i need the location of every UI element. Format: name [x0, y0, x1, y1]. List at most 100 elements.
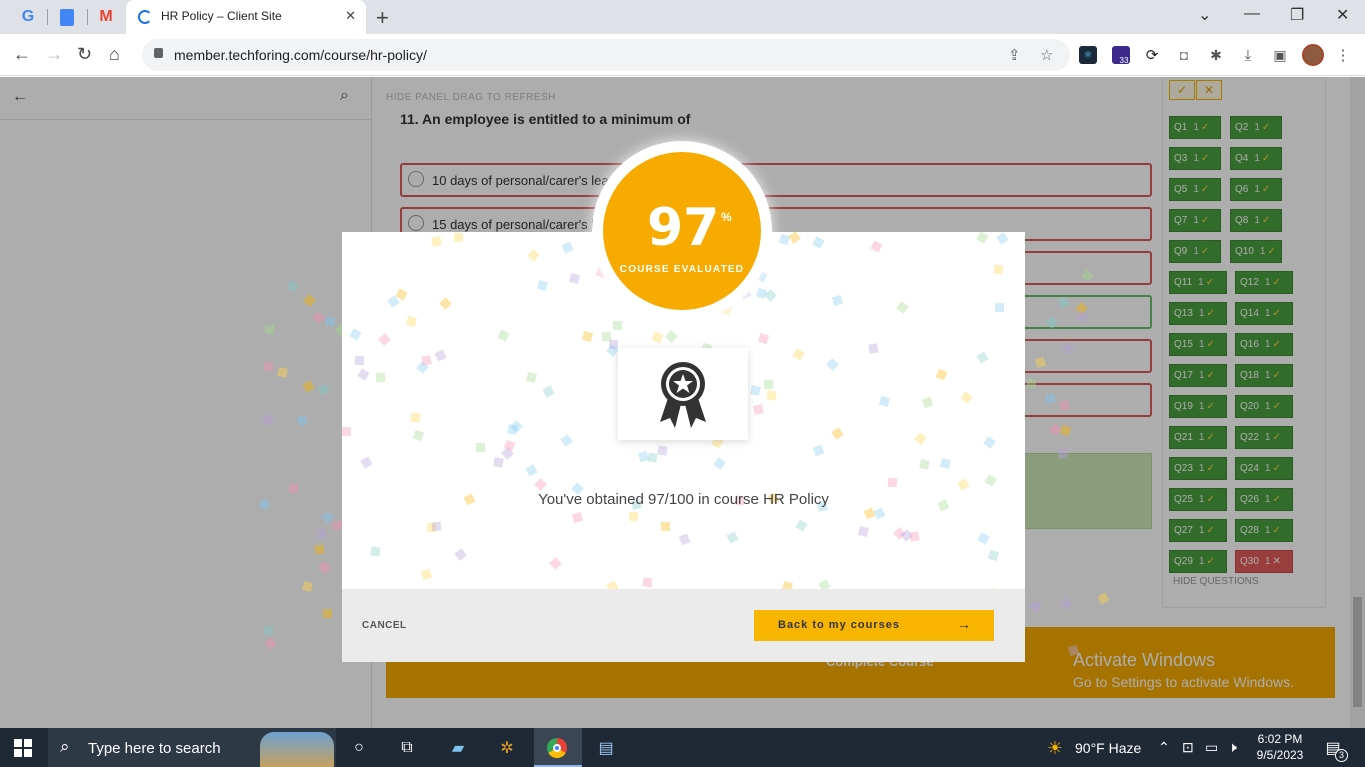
certificate-card: [618, 348, 748, 440]
confetti-piece: [726, 531, 739, 544]
confetti-piece: [420, 568, 433, 581]
bookmark-star-icon[interactable]: ☆: [1040, 46, 1053, 64]
confetti-piece: [537, 280, 549, 292]
confetti-piece: [940, 458, 952, 470]
puzzle-extensions-icon[interactable]: ✱: [1207, 46, 1225, 64]
gmail-tab-icon[interactable]: M: [88, 5, 124, 29]
confetti-piece: [582, 331, 594, 343]
confetti-piece: [342, 426, 352, 436]
confetti-piece: [830, 427, 844, 440]
address-bar[interactable]: member.techforing.com/course/hr-policy/ …: [142, 39, 1070, 71]
chrome-icon[interactable]: [546, 737, 568, 759]
download-icon[interactable]: ⤓: [1239, 46, 1257, 64]
confetti-piece: [562, 241, 574, 254]
side-panel-icon[interactable]: ▣: [1271, 46, 1289, 64]
confetti-piece: [858, 525, 870, 537]
confetti-piece: [664, 330, 678, 344]
sync-extension-icon[interactable]: ⟳: [1143, 46, 1161, 64]
network-icon[interactable]: ▭: [1205, 739, 1218, 756]
confetti-piece: [765, 389, 777, 401]
confetti-piece: [507, 424, 518, 435]
confetti-piece: [354, 355, 365, 366]
result-message: You've obtained 97/100 in course HR Poli…: [538, 491, 829, 508]
new-tab-button[interactable]: +: [376, 5, 389, 31]
search-highlight-image: [260, 732, 334, 767]
lock-icon: [154, 48, 163, 58]
confetti-piece: [332, 520, 342, 531]
windows-start-icon[interactable]: [14, 739, 32, 757]
active-tab[interactable]: HR Policy – Client Site ✕: [126, 0, 366, 34]
confetti-piece: [764, 379, 774, 390]
show-hidden-icons[interactable]: ⌃: [1158, 739, 1170, 756]
confetti-piece: [527, 248, 541, 262]
confetti-piece: [439, 297, 453, 310]
confetti-piece: [628, 511, 639, 522]
confetti-piece: [430, 236, 442, 247]
notification-count: 3: [1335, 749, 1348, 762]
confetti-piece: [918, 458, 930, 470]
confetti-piece: [405, 316, 417, 327]
kebab-menu-icon[interactable]: ⋮: [1334, 46, 1352, 64]
close-window-button[interactable]: ✕: [1336, 5, 1349, 25]
restore-button[interactable]: ❐: [1290, 5, 1304, 25]
browser-tab-bar: G M HR Policy – Client Site ✕ + ⌄ — ❐ ✕: [0, 0, 1365, 34]
volume-icon[interactable]: 🕨: [1228, 739, 1237, 756]
forward-icon[interactable]: →: [45, 44, 63, 65]
taskbar-clock[interactable]: 6:02 PM 9/5/2023: [1252, 731, 1308, 763]
slack-icon[interactable]: ✲: [496, 737, 518, 759]
confetti-piece: [994, 303, 1005, 313]
modal-footer: CANCEL Back to my courses →: [342, 589, 1025, 662]
confetti-piece: [356, 367, 370, 381]
task-view-icon[interactable]: ⧉: [396, 737, 418, 759]
home-icon[interactable]: ⌂: [109, 44, 120, 65]
confetti-piece: [493, 457, 504, 468]
cortana-icon[interactable]: ○: [348, 737, 370, 759]
award-ribbon-icon: [660, 362, 706, 428]
camera-icon[interactable]: ◘: [1175, 46, 1193, 64]
minimize-button[interactable]: —: [1244, 5, 1260, 23]
close-tab-icon[interactable]: ✕: [345, 8, 356, 24]
confetti-piece: [749, 384, 761, 396]
react-devtools-icon[interactable]: ⚛: [1079, 46, 1097, 64]
confetti-piece: [867, 343, 879, 354]
confetti-piece: [375, 372, 386, 382]
confetti-piece: [996, 232, 1009, 245]
tab-search-icon[interactable]: ⌄: [1198, 5, 1211, 25]
extension-badge-icon[interactable]: 33: [1112, 46, 1130, 65]
docs-tab-icon[interactable]: [49, 5, 85, 29]
confetti-piece: [987, 550, 1000, 562]
profile-avatar[interactable]: [1302, 44, 1324, 66]
remote-desktop-icon[interactable]: ▰: [447, 737, 469, 759]
percent-sign: %: [721, 210, 732, 224]
confetti-piece: [812, 445, 825, 457]
confetti-piece: [983, 435, 996, 449]
share-icon[interactable]: ⇪: [1008, 46, 1021, 64]
extension-badge-count: 33: [1119, 55, 1129, 65]
confetti-piece: [878, 395, 890, 407]
confetti-piece: [921, 396, 934, 408]
confetti-piece: [657, 445, 668, 456]
score-value: 97: [647, 198, 720, 258]
meet-now-icon[interactable]: ⊡: [1182, 739, 1194, 756]
reload-icon[interactable]: ↻: [77, 44, 92, 65]
weather-text[interactable]: 90°F Haze: [1075, 740, 1141, 756]
confetti-piece: [370, 546, 381, 557]
confetti-piece: [753, 403, 765, 415]
confetti-piece: [1059, 400, 1070, 411]
taskbar-search[interactable]: ⌕ Type here to search: [48, 728, 336, 767]
confetti-piece: [788, 231, 802, 244]
confetti-piece: [870, 240, 883, 253]
confetti-piece: [757, 332, 770, 344]
back-icon[interactable]: ←: [13, 44, 31, 65]
back-to-courses-button[interactable]: Back to my courses →: [754, 610, 994, 641]
confetti-piece: [534, 477, 548, 491]
confetti-piece: [542, 384, 555, 398]
confetti-piece: [476, 443, 486, 453]
cancel-button[interactable]: CANCEL: [362, 620, 407, 631]
google-tab-icon[interactable]: G: [10, 5, 46, 29]
confetti-piece: [795, 519, 809, 532]
confetti-piece: [660, 521, 670, 532]
confetti-piece: [613, 321, 623, 331]
browser-toolbar: ← → ↻ ⌂ member.techforing.com/course/hr-…: [0, 34, 1365, 76]
photos-app-icon[interactable]: ▤: [595, 737, 617, 759]
